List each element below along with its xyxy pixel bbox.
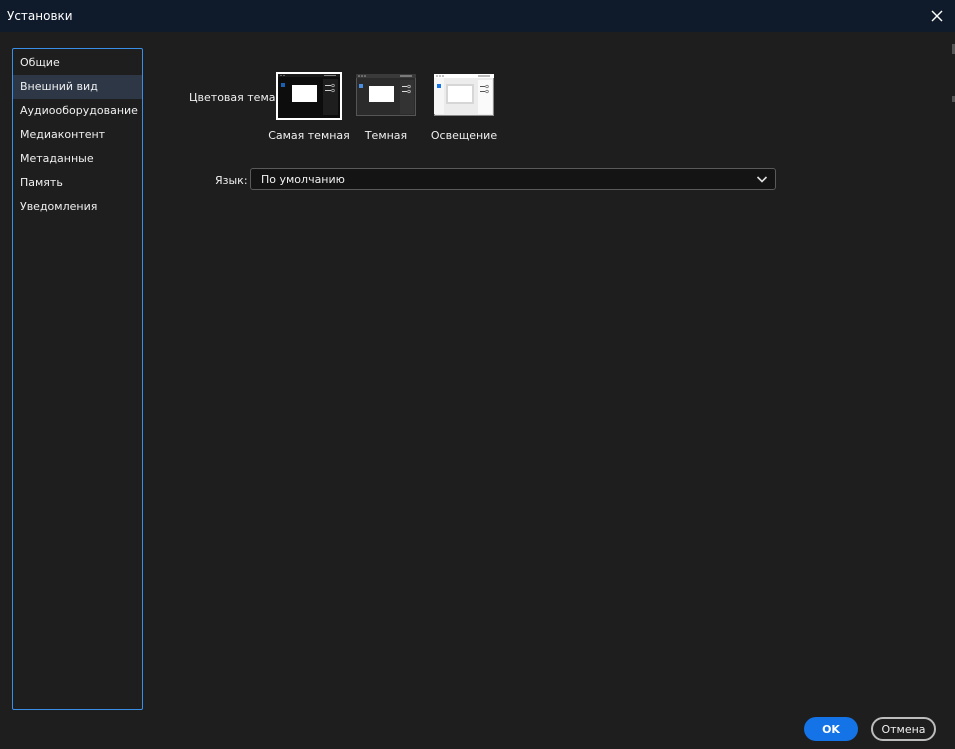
sidebar-item-appearance[interactable]: Внешний вид xyxy=(13,75,142,99)
chevron-down-icon xyxy=(756,176,768,183)
sidebar-item-label: Аудиооборудование xyxy=(20,104,138,117)
ok-button-label: OK xyxy=(822,722,840,736)
close-icon xyxy=(931,10,943,22)
sidebar-item-audio-hardware[interactable]: Аудиооборудование xyxy=(13,99,142,123)
theme-option-dark[interactable]: Темная xyxy=(356,74,416,142)
theme-darkest-preview xyxy=(276,72,342,120)
theme-option-light[interactable]: Освещение xyxy=(431,74,497,142)
color-theme-label: Цветовая тема xyxy=(189,91,276,104)
sidebar-item-media[interactable]: Медиаконтент xyxy=(13,123,142,147)
settings-dialog: Установки Общие Внешний вид Аудиооборудо… xyxy=(0,0,955,749)
sidebar-item-label: Внешний вид xyxy=(20,80,98,93)
theme-option-darkest[interactable]: Самая темная xyxy=(268,72,350,142)
language-select[interactable]: По умолчанию xyxy=(250,168,776,190)
sidebar-item-label: Память xyxy=(20,176,63,189)
theme-dark-preview xyxy=(356,74,416,116)
sidebar-item-general[interactable]: Общие xyxy=(13,51,142,75)
sidebar-item-metadata[interactable]: Метаданные xyxy=(13,147,142,171)
theme-caption-light: Освещение xyxy=(430,129,498,142)
close-button[interactable] xyxy=(927,6,947,26)
cancel-button-label: Отмена xyxy=(881,722,926,736)
sidebar-item-label: Общие xyxy=(20,56,60,69)
theme-caption-dark: Темная xyxy=(364,129,408,142)
theme-light-preview xyxy=(434,74,494,116)
window-title: Установки xyxy=(7,9,73,23)
sidebar-item-label: Метаданные xyxy=(20,152,94,165)
theme-caption-darkest: Самая темная xyxy=(268,129,350,142)
title-bar: Установки xyxy=(0,0,955,32)
sidebar-item-notifications[interactable]: Уведомления xyxy=(13,195,142,219)
ok-button[interactable]: OK xyxy=(804,717,858,741)
sidebar-item-label: Медиаконтент xyxy=(20,128,106,141)
sidebar-item-label: Уведомления xyxy=(20,200,98,213)
cancel-button[interactable]: Отмена xyxy=(871,717,936,741)
settings-sidebar: Общие Внешний вид Аудиооборудование Меди… xyxy=(12,48,143,710)
language-label: Язык: xyxy=(215,174,248,187)
language-select-value: По умолчанию xyxy=(261,173,345,186)
sidebar-item-memory[interactable]: Память xyxy=(13,171,142,195)
